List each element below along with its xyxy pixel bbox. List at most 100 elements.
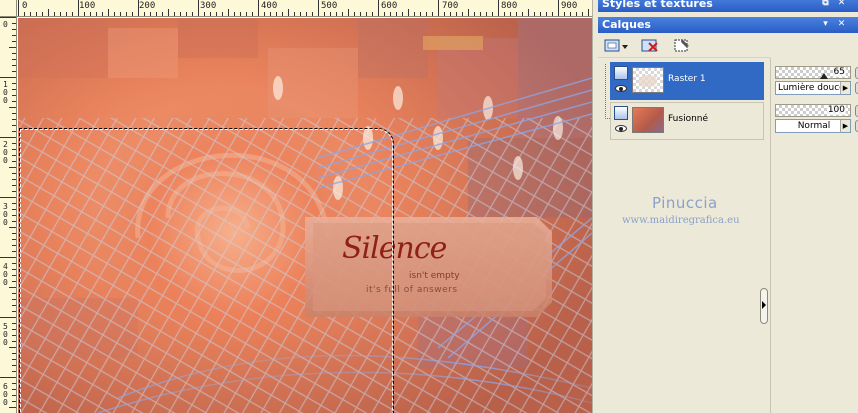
ruler-tick [582,12,583,16]
ruler-tick [0,137,16,138]
opacity-slider[interactable]: 65 [775,66,851,79]
ruler-v-label: 300 [3,202,8,227]
new-layer-button[interactable] [602,36,630,56]
ruler-tick [12,335,16,336]
ruler-tick [0,257,16,258]
ruler-tick [0,317,16,318]
ruler-tick [12,263,16,264]
layer-properties: 65 Lumière douce ▶ 100 Normal ▶ [770,58,858,413]
restore-icon[interactable]: ⧉ [820,0,831,9]
ruler-tick [486,12,487,16]
pin-icon[interactable]: ▾ [820,19,831,30]
ruler-tick [24,12,25,16]
blend-mode-select[interactable]: Lumière douce ▶ [775,81,851,95]
styles-panel-titlebar[interactable]: Styles et textures ⧉ ✕ [598,0,858,12]
ruler-tick [390,12,391,16]
artwork-image[interactable] [18,18,592,413]
ruler-tick [9,107,16,108]
ruler-tick [204,12,205,16]
ruler-tick [12,269,16,270]
horizontal-ruler[interactable]: 0 100 200 300 400 500 600 700 800 900 [0,0,592,17]
ruler-tick [12,119,16,120]
mask-button[interactable] [672,36,692,56]
close-icon[interactable]: ✕ [836,0,847,9]
ruler-tick [360,12,361,16]
ruler-tick [12,59,16,60]
ruler-tick [78,0,79,16]
layer-row-fusionne[interactable]: Fusionné [610,102,764,140]
ruler-tick [138,0,139,16]
close-icon[interactable]: ✕ [836,19,847,30]
ruler-tick [12,203,16,204]
ruler-tick [18,0,19,16]
opacity-slider[interactable]: 100 [775,104,851,117]
opacity-value: 100 [826,105,846,115]
ruler-tick [9,227,16,228]
ruler-tick [366,12,367,16]
ruler-tick [12,245,16,246]
ruler-tick [330,12,331,16]
artwork-subtitle-2: it's full of answers [366,285,458,295]
delete-layer-button[interactable] [640,36,660,56]
ruler-tick [12,41,16,42]
ruler-h-label: 400 [261,1,278,11]
ruler-tick [378,0,379,16]
eye-icon[interactable] [615,125,627,132]
ruler-tick [12,281,16,282]
layer-name[interactable]: Raster 1 [668,74,706,84]
ruler-tick [468,9,469,16]
eye-icon[interactable] [615,85,627,92]
ruler-tick [444,12,445,16]
ruler-h-label: 600 [381,1,398,11]
ruler-tick [180,12,181,16]
vertical-ruler[interactable]: 0 100 200 300 400 500 600 [0,17,17,413]
opacity-value: 65 [832,67,846,77]
ruler-tick [12,329,16,330]
ruler-tick [174,12,175,16]
ruler-tick [12,71,16,72]
ruler-tick [12,149,16,150]
watermark-name: Pinuccia [652,194,718,212]
ruler-h-label: 100 [79,1,96,11]
ruler-tick [12,173,16,174]
ruler-tick [522,12,523,16]
ruler-tick [234,12,235,16]
panel-collapse-handle[interactable] [760,288,768,324]
ruler-tick [408,9,409,16]
ruler-tick [198,0,199,16]
layer-name[interactable]: Fusionné [668,114,708,124]
ruler-tick [9,167,16,168]
ruler-tick [318,0,319,16]
ruler-tick [228,9,229,16]
ruler-tick [156,12,157,16]
ruler-v-label: 200 [3,140,8,165]
ruler-tick [12,155,16,156]
layer-row-raster-1[interactable]: Raster 1 [610,62,764,100]
ruler-tick [492,12,493,16]
ruler-tick [12,371,16,372]
ruler-tick [420,12,421,16]
ruler-tick [12,359,16,360]
ruler-tick [504,12,505,16]
ruler-tick [12,89,16,90]
ruler-h-label: 700 [442,1,459,11]
ruler-tick [108,9,109,16]
document-window[interactable]: Silence isn't empty it's full of answers… [0,0,592,413]
dropdown-arrow-icon[interactable]: ▶ [840,82,850,94]
ruler-tick [12,53,16,54]
ruler-tick [576,12,577,16]
blend-mode-select[interactable]: Normal ▶ [775,119,851,133]
artwork-canvas[interactable] [18,18,592,413]
ruler-tick [12,65,16,66]
ruler-tick [72,12,73,16]
ruler-tick [12,221,16,222]
ruler-tick [12,299,16,300]
app-window: Silence isn't empty it's full of answers… [0,0,858,413]
ruler-tick [12,275,16,276]
dropdown-arrow-icon[interactable]: ▶ [840,120,850,132]
ruler-tick [12,185,16,186]
ruler-tick [312,12,313,16]
ruler-tick [150,12,151,16]
layers-panel-titlebar[interactable]: Calques ▾ ✕ [598,17,858,33]
ruler-tick [12,83,16,84]
